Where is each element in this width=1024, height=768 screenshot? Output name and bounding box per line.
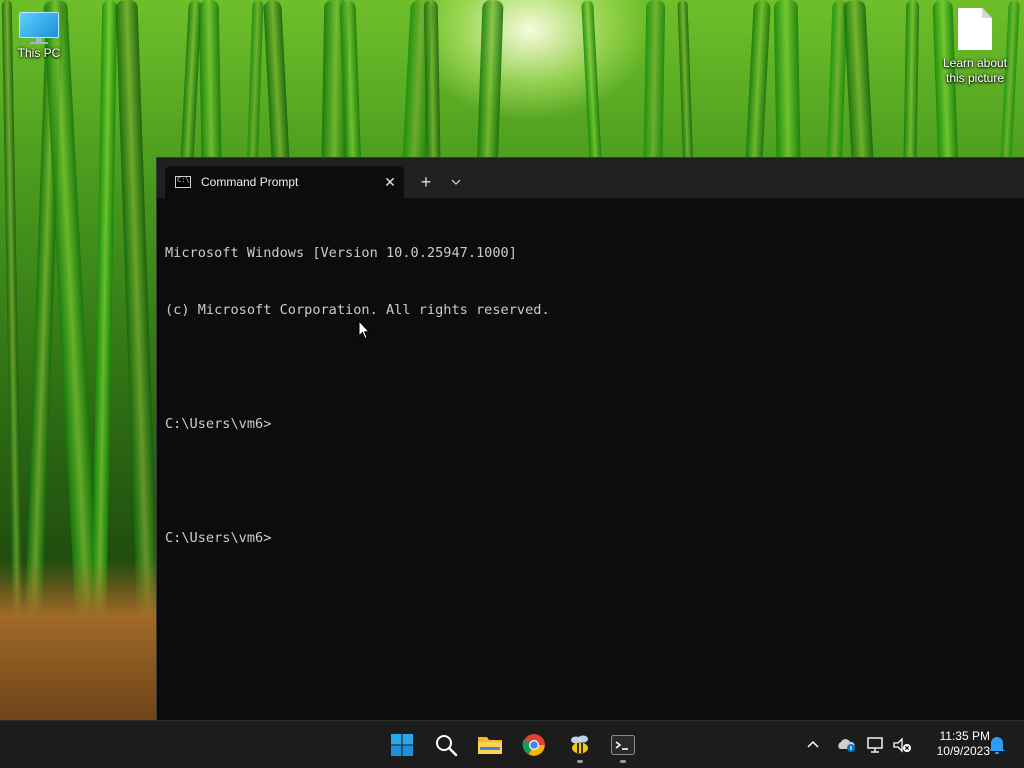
- new-tab-button[interactable]: +: [411, 168, 441, 196]
- console-line: (c) Microsoft Corporation. All rights re…: [165, 302, 550, 318]
- taskbar-search-button[interactable]: [426, 729, 466, 761]
- cmd-icon: [175, 176, 191, 188]
- desktop-icon-label: This PC: [17, 46, 61, 60]
- taskbar: 11:35 PM 10/9/2023: [0, 720, 1024, 768]
- clock-date: 10/9/2023: [936, 744, 990, 758]
- close-tab-button[interactable]: ✕: [376, 170, 404, 194]
- chevron-up-icon[interactable]: [802, 733, 824, 757]
- taskbar-start-button[interactable]: [382, 729, 422, 761]
- this-pc-icon: [19, 12, 59, 44]
- tab-title: Command Prompt: [201, 175, 299, 189]
- desktop-icon-learn-about-picture[interactable]: Learn about this picture: [938, 8, 1012, 86]
- onedrive-icon: [838, 739, 855, 752]
- taskbar-terminal-button[interactable]: [603, 729, 643, 763]
- console-line: C:\Users\vm6>: [165, 416, 272, 432]
- taskbar-file-explorer-button[interactable]: [470, 729, 510, 761]
- windows-logo-icon: [391, 734, 413, 756]
- bell-icon[interactable]: [986, 733, 1008, 757]
- bee-icon: [571, 735, 588, 754]
- network-icon: [867, 737, 883, 753]
- tray-onedrive[interactable]: [834, 733, 858, 757]
- tab-command-prompt[interactable]: Command Prompt ✕: [165, 166, 404, 198]
- terminal-window[interactable]: Command Prompt ✕ + Microsoft Windows [Ve…: [156, 157, 1024, 720]
- tray-network[interactable]: [864, 733, 888, 757]
- tab-bar[interactable]: Command Prompt ✕ +: [157, 158, 1024, 198]
- chevron-down-icon: [451, 179, 461, 185]
- console-output[interactable]: Microsoft Windows [Version 10.0.25947.10…: [157, 198, 1024, 586]
- terminal-icon: [611, 735, 635, 755]
- taskbar-bee-app-button[interactable]: [560, 729, 600, 763]
- tray-volume[interactable]: [890, 733, 914, 757]
- volume-muted-icon: [893, 737, 911, 753]
- clock-time: 11:35 PM: [939, 729, 990, 743]
- search-icon: [436, 735, 458, 757]
- folder-icon: [478, 737, 502, 754]
- console-line: Microsoft Windows [Version 10.0.25947.10…: [165, 245, 517, 261]
- chrome-icon: [522, 734, 545, 756]
- console-prompt-line: C:\Users\vm6>: [165, 530, 272, 546]
- taskbar-chrome-button[interactable]: [514, 729, 554, 761]
- tab-dropdown-button[interactable]: [443, 168, 469, 196]
- desktop-icon-this-pc[interactable]: This PC: [3, 10, 75, 61]
- document-icon: [958, 8, 992, 50]
- mouse-pointer-icon: [358, 320, 370, 340]
- desktop-icon-label: Learn about this picture: [942, 56, 1008, 85]
- taskbar-clock[interactable]: 11:35 PM 10/9/2023: [918, 729, 990, 759]
